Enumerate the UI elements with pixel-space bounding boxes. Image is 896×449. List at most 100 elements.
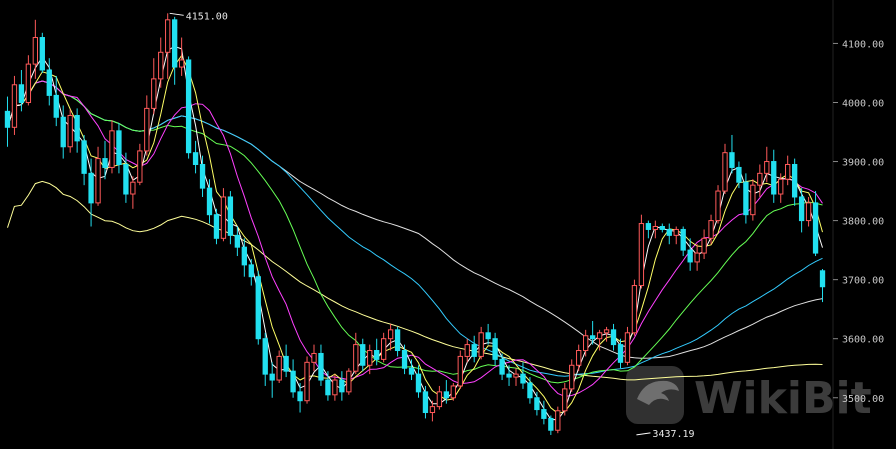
ma-line-40 xyxy=(7,80,823,377)
candle-body-up xyxy=(596,332,603,340)
candle xyxy=(11,75,18,135)
candle xyxy=(220,188,227,242)
candle xyxy=(555,406,561,434)
candle xyxy=(380,332,387,363)
candle xyxy=(346,368,352,395)
candle xyxy=(513,368,519,386)
candle xyxy=(255,270,261,345)
candle-body-down xyxy=(262,338,268,375)
candle-body-up xyxy=(304,361,310,402)
candle xyxy=(534,391,540,416)
candle xyxy=(32,19,39,79)
candle-body-up xyxy=(708,220,714,239)
candle-body-down xyxy=(102,158,108,168)
candle-body-up xyxy=(652,226,658,230)
candle xyxy=(722,143,728,195)
candle xyxy=(116,123,122,174)
candle-body-down xyxy=(318,352,324,381)
candle xyxy=(137,143,143,186)
ma-line-60 xyxy=(7,80,823,359)
annotation-label: 3437.19 xyxy=(652,429,694,440)
candle xyxy=(290,359,296,398)
candle-body-up xyxy=(805,202,812,222)
candle-body-down xyxy=(116,130,122,165)
y-tick-label: 4100.00 xyxy=(842,39,884,50)
candle-body-down xyxy=(46,69,52,96)
candle-body-up xyxy=(367,350,373,366)
candle-body-down xyxy=(290,370,296,393)
candle-body-down xyxy=(492,338,498,360)
candle xyxy=(311,344,317,372)
candle-body-down xyxy=(736,166,742,183)
candle-body-up xyxy=(562,388,568,412)
candle xyxy=(541,400,547,425)
candle-body-down xyxy=(791,163,798,198)
candle xyxy=(652,220,658,239)
candle xyxy=(715,185,721,224)
candle-body-down xyxy=(360,344,366,366)
candle xyxy=(185,56,192,159)
candle-body-down xyxy=(248,264,254,278)
candle xyxy=(548,415,554,435)
candle xyxy=(144,95,150,156)
candle-body-down xyxy=(408,367,415,375)
candle xyxy=(680,226,686,257)
candle-body-up xyxy=(387,329,394,340)
candle xyxy=(283,344,289,378)
candle xyxy=(165,13,171,79)
candle xyxy=(576,344,582,372)
candle xyxy=(771,149,777,203)
candle-body-down xyxy=(541,409,547,419)
candle xyxy=(276,350,282,383)
candle xyxy=(673,226,679,245)
candle-body-down xyxy=(771,161,777,195)
candle-body-up xyxy=(569,364,575,390)
ma-line-3 xyxy=(7,45,823,421)
candle xyxy=(88,158,94,227)
candle xyxy=(269,362,275,398)
candle xyxy=(151,58,157,115)
candle-body-down xyxy=(339,379,345,393)
candle xyxy=(436,385,443,410)
candle-body-down xyxy=(255,276,261,340)
candle-body-down xyxy=(680,228,686,251)
candle-body-up xyxy=(130,181,136,195)
candle-body-down xyxy=(617,344,624,363)
candle-body-up xyxy=(353,344,359,372)
candle-body-down xyxy=(241,246,247,266)
candle xyxy=(394,326,401,357)
candle-body-up xyxy=(583,335,589,352)
candle-body-down xyxy=(548,417,554,431)
candle-body-down xyxy=(394,329,401,352)
candle xyxy=(492,332,498,366)
candle xyxy=(694,244,700,271)
candle xyxy=(569,359,575,392)
candle xyxy=(332,374,338,401)
candle-body-down xyxy=(534,397,540,411)
candle-body-up xyxy=(32,37,39,65)
candle-body-down xyxy=(123,163,129,195)
candle xyxy=(192,140,199,174)
candle xyxy=(25,55,32,106)
candle-body-down xyxy=(659,226,665,230)
candle-body-down xyxy=(589,335,596,340)
candle xyxy=(819,269,826,303)
candle-body-up xyxy=(276,355,282,381)
candle-body-down xyxy=(172,19,178,68)
candle-body-up xyxy=(638,223,645,287)
candle-body-down xyxy=(81,140,87,174)
candle xyxy=(666,223,672,245)
candle-body-up xyxy=(220,196,227,239)
candle-body-up xyxy=(311,352,317,363)
candle xyxy=(360,338,366,372)
watermark: WikiBit xyxy=(626,366,872,424)
candle xyxy=(736,161,742,189)
candle-body-up xyxy=(450,385,456,399)
candle-body-up xyxy=(603,329,610,334)
candle xyxy=(485,323,491,345)
candle-body-up xyxy=(778,178,784,195)
candle xyxy=(102,140,108,180)
candle xyxy=(81,134,87,186)
candle-body-down xyxy=(269,373,275,381)
candle-body-down xyxy=(283,355,289,372)
